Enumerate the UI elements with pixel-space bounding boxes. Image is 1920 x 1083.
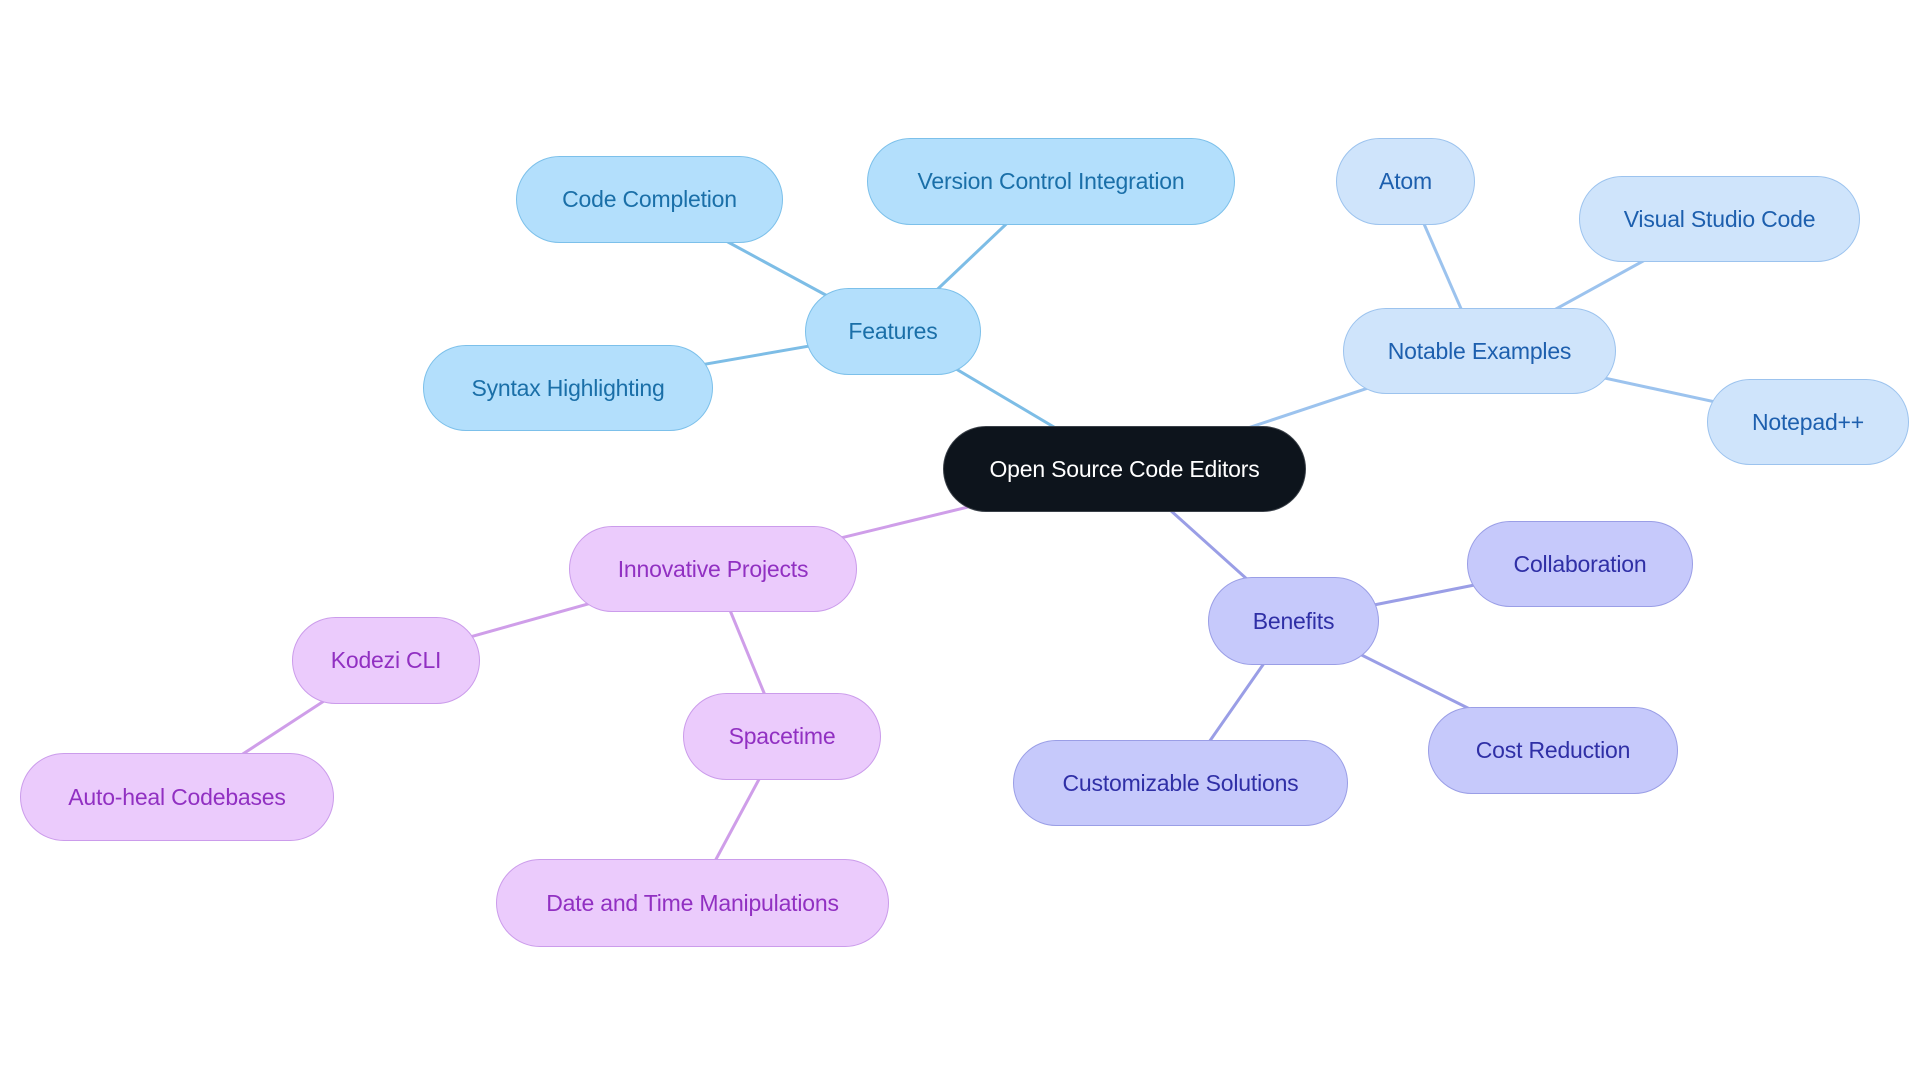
node-atom[interactable]: Atom [1336,138,1475,225]
node-benefits[interactable]: Benefits [1208,577,1379,665]
node-visual-studio-code[interactable]: Visual Studio Code [1579,176,1860,262]
node-collaboration[interactable]: Collaboration [1467,521,1693,607]
node-version-control-integration[interactable]: Version Control Integration [867,138,1235,225]
node-cost-reduction[interactable]: Cost Reduction [1428,707,1678,794]
node-notepad-plus-plus[interactable]: Notepad++ [1707,379,1909,465]
node-kodezi-cli[interactable]: Kodezi CLI [292,617,480,704]
node-features[interactable]: Features [805,288,981,375]
node-spacetime[interactable]: Spacetime [683,693,881,780]
node-date-time-manipulations[interactable]: Date and Time Manipulations [496,859,889,947]
node-root[interactable]: Open Source Code Editors [943,426,1306,512]
node-innovative-projects[interactable]: Innovative Projects [569,526,857,612]
node-customizable-solutions[interactable]: Customizable Solutions [1013,740,1348,826]
node-notable-examples[interactable]: Notable Examples [1343,308,1616,394]
node-syntax-highlighting[interactable]: Syntax Highlighting [423,345,713,431]
node-code-completion[interactable]: Code Completion [516,156,783,243]
node-auto-heal-codebases[interactable]: Auto-heal Codebases [20,753,334,841]
